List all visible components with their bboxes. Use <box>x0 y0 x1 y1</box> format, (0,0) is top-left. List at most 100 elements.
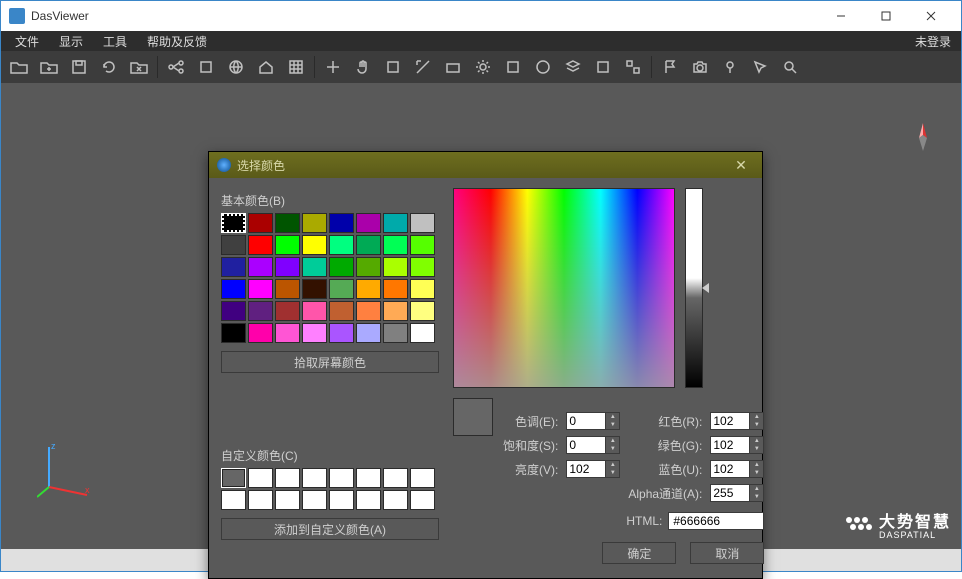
basic-color-swatch[interactable] <box>383 279 408 299</box>
sat-input[interactable] <box>566 436 606 454</box>
tool-f-icon[interactable] <box>589 53 617 81</box>
custom-color-swatch[interactable] <box>221 490 246 510</box>
add-custom-color-button[interactable]: 添加到自定义颜色(A) <box>221 518 439 540</box>
basic-color-swatch[interactable] <box>248 235 273 255</box>
sun-icon[interactable] <box>469 53 497 81</box>
basic-color-swatch[interactable] <box>221 235 246 255</box>
blue-input[interactable] <box>710 460 750 478</box>
arrows-icon[interactable] <box>319 53 347 81</box>
square-icon[interactable] <box>192 53 220 81</box>
custom-color-swatch[interactable] <box>248 490 273 510</box>
basic-color-swatch[interactable] <box>302 279 327 299</box>
value-slider[interactable] <box>685 188 703 388</box>
green-input[interactable] <box>710 436 750 454</box>
login-status[interactable]: 未登录 <box>909 31 957 52</box>
menu-help[interactable]: 帮助及反馈 <box>137 31 217 52</box>
basic-color-swatch[interactable] <box>275 301 300 321</box>
basic-color-swatch[interactable] <box>410 301 435 321</box>
basic-color-swatch[interactable] <box>302 323 327 343</box>
basic-color-swatch[interactable] <box>356 235 381 255</box>
custom-color-swatch[interactable] <box>356 468 381 488</box>
pin-icon[interactable] <box>716 53 744 81</box>
tool-b-icon[interactable] <box>409 53 437 81</box>
maximize-button[interactable] <box>863 1 908 31</box>
blue-spinner[interactable]: ▲▼ <box>750 460 764 478</box>
tool-c-icon[interactable] <box>439 53 467 81</box>
basic-color-swatch[interactable] <box>221 279 246 299</box>
refresh-icon[interactable] <box>95 53 123 81</box>
grid-icon[interactable] <box>282 53 310 81</box>
hue-spinner[interactable]: ▲▼ <box>606 412 620 430</box>
basic-color-swatch[interactable] <box>302 301 327 321</box>
tool-d-icon[interactable] <box>499 53 527 81</box>
flag-icon[interactable] <box>656 53 684 81</box>
globe-icon[interactable] <box>222 53 250 81</box>
basic-color-swatch[interactable] <box>410 257 435 277</box>
tool-g-icon[interactable] <box>619 53 647 81</box>
basic-color-swatch[interactable] <box>383 235 408 255</box>
home-icon[interactable] <box>252 53 280 81</box>
open-icon[interactable] <box>5 53 33 81</box>
green-spinner[interactable]: ▲▼ <box>750 436 764 454</box>
tool-a-icon[interactable] <box>379 53 407 81</box>
basic-color-swatch[interactable] <box>329 213 354 233</box>
folder-add-icon[interactable] <box>35 53 63 81</box>
red-spinner[interactable]: ▲▼ <box>750 412 764 430</box>
basic-color-swatch[interactable] <box>302 213 327 233</box>
custom-color-swatch[interactable] <box>410 468 435 488</box>
custom-color-swatch[interactable] <box>329 468 354 488</box>
save-icon[interactable] <box>65 53 93 81</box>
dialog-titlebar[interactable]: 选择颜色 ✕ <box>209 152 762 178</box>
basic-color-swatch[interactable] <box>221 257 246 277</box>
val-input[interactable] <box>566 460 606 478</box>
basic-color-swatch[interactable] <box>329 301 354 321</box>
basic-color-swatch[interactable] <box>356 301 381 321</box>
basic-color-swatch[interactable] <box>329 235 354 255</box>
basic-color-swatch[interactable] <box>410 213 435 233</box>
basic-color-swatch[interactable] <box>356 213 381 233</box>
basic-color-swatch[interactable] <box>302 257 327 277</box>
basic-color-swatch[interactable] <box>329 257 354 277</box>
pick-screen-color-button[interactable]: 拾取屏幕颜色 <box>221 351 439 373</box>
custom-color-swatch[interactable] <box>329 490 354 510</box>
basic-color-swatch[interactable] <box>383 257 408 277</box>
custom-color-swatch[interactable] <box>410 490 435 510</box>
basic-color-swatch[interactable] <box>275 279 300 299</box>
layers-icon[interactable] <box>559 53 587 81</box>
basic-color-swatch[interactable] <box>248 213 273 233</box>
val-spinner[interactable]: ▲▼ <box>606 460 620 478</box>
close-button[interactable] <box>908 1 953 31</box>
html-input[interactable] <box>668 512 764 530</box>
basic-color-swatch[interactable] <box>248 323 273 343</box>
basic-color-swatch[interactable] <box>221 323 246 343</box>
custom-color-swatch[interactable] <box>302 490 327 510</box>
menu-file[interactable]: 文件 <box>5 31 49 52</box>
custom-color-swatch[interactable] <box>275 490 300 510</box>
minimize-button[interactable] <box>818 1 863 31</box>
alpha-input[interactable] <box>710 484 750 502</box>
menu-display[interactable]: 显示 <box>49 31 93 52</box>
basic-color-swatch[interactable] <box>356 257 381 277</box>
basic-color-swatch[interactable] <box>248 257 273 277</box>
basic-color-swatch[interactable] <box>383 301 408 321</box>
custom-color-swatch[interactable] <box>275 468 300 488</box>
custom-color-swatch[interactable] <box>383 468 408 488</box>
basic-color-swatch[interactable] <box>410 235 435 255</box>
basic-color-swatch[interactable] <box>275 213 300 233</box>
basic-color-swatch[interactable] <box>275 323 300 343</box>
value-slider-handle[interactable] <box>702 283 709 293</box>
basic-color-swatch[interactable] <box>410 279 435 299</box>
basic-color-swatch[interactable] <box>248 301 273 321</box>
basic-color-swatch[interactable] <box>329 279 354 299</box>
search-icon[interactable] <box>776 53 804 81</box>
folder-x-icon[interactable] <box>125 53 153 81</box>
basic-color-swatch[interactable] <box>383 213 408 233</box>
basic-color-swatch[interactable] <box>275 235 300 255</box>
custom-color-swatch[interactable] <box>383 490 408 510</box>
tool-e-icon[interactable] <box>529 53 557 81</box>
basic-color-swatch[interactable] <box>329 323 354 343</box>
ok-button[interactable]: 确定 <box>602 542 676 564</box>
basic-color-swatch[interactable] <box>248 279 273 299</box>
menu-tools[interactable]: 工具 <box>93 31 137 52</box>
camera-icon[interactable] <box>686 53 714 81</box>
